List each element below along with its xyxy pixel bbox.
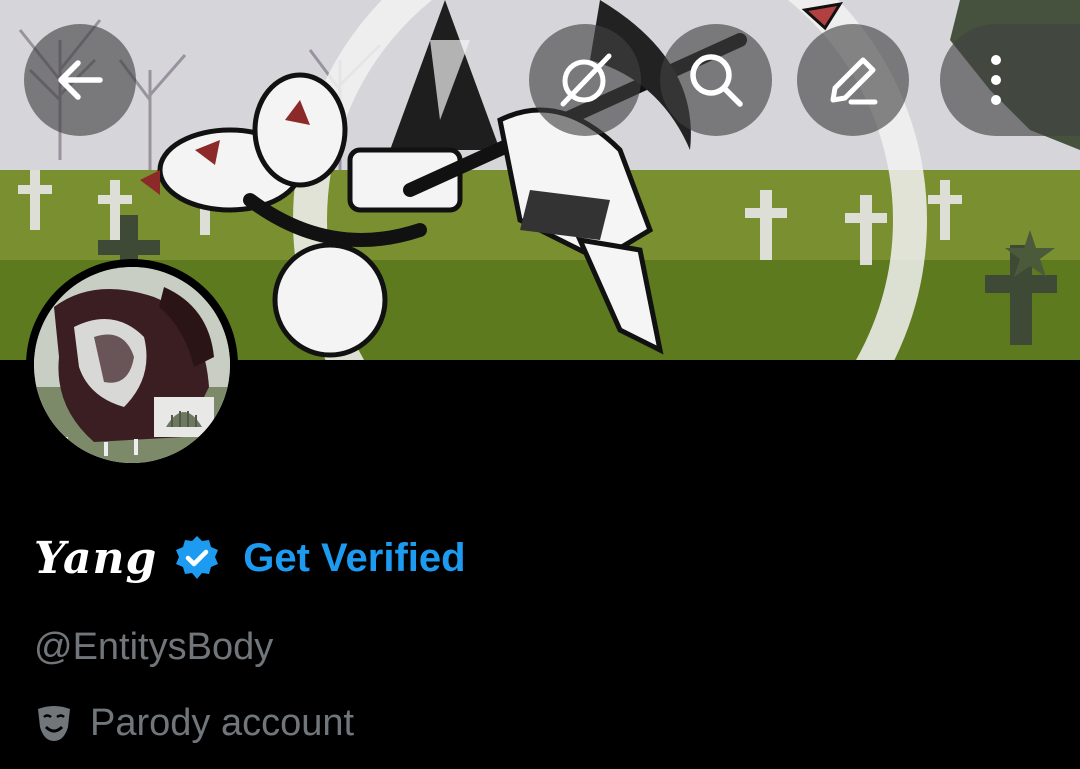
- search-button[interactable]: [660, 24, 772, 136]
- more-options-button[interactable]: [940, 24, 1080, 136]
- parody-account-label: Parody account: [90, 701, 355, 744]
- edit-profile-button[interactable]: [797, 24, 909, 136]
- grok-icon: [560, 53, 612, 107]
- grok-button[interactable]: [529, 24, 641, 136]
- profile-handle: @EntitysBody: [34, 626, 274, 668]
- pencil-icon: [830, 57, 878, 105]
- display-name: Yang: [34, 532, 158, 584]
- get-verified-link[interactable]: Get Verified: [243, 536, 465, 581]
- profile-avatar[interactable]: [26, 259, 238, 471]
- profile-name-row: Yang Get Verified: [34, 526, 466, 590]
- more-vertical-icon: [991, 55, 1001, 105]
- theater-mask-icon: [38, 706, 70, 741]
- back-button[interactable]: [24, 24, 136, 136]
- verified-badge-icon[interactable]: [173, 534, 221, 582]
- avatar-image: [34, 267, 230, 463]
- search-icon: [690, 54, 743, 107]
- arrow-left-icon: [58, 60, 103, 100]
- parody-label-row: Parody account: [34, 699, 354, 747]
